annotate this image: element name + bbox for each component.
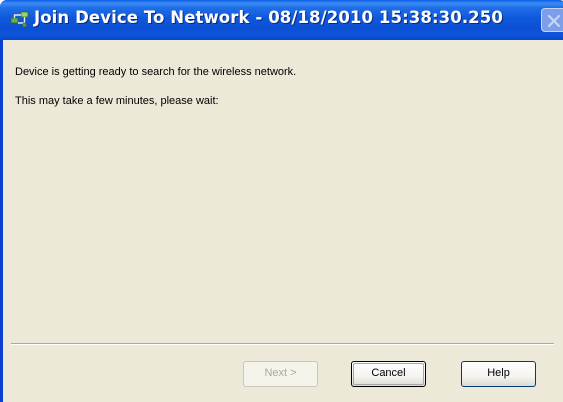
cancel-button-label: Cancel <box>371 367 406 379</box>
wait-message: This may take a few minutes, please wait… <box>15 95 219 107</box>
status-message: Device is getting ready to search for th… <box>15 66 297 78</box>
help-button-label: Help <box>487 367 510 379</box>
dialog-window: Join Device To Network - 08/18/2010 15:3… <box>0 0 563 402</box>
help-button[interactable]: Help <box>461 361 536 387</box>
next-button-label: Next > <box>264 367 297 379</box>
dialog-body: Device is getting ready to search for th… <box>3 40 563 402</box>
button-separator <box>11 343 554 345</box>
close-icon <box>547 14 561 28</box>
next-button[interactable]: Next > <box>243 361 318 387</box>
title-bar[interactable]: Join Device To Network - 08/18/2010 15:3… <box>0 0 563 40</box>
cancel-button[interactable]: Cancel <box>351 361 426 387</box>
network-device-icon <box>10 9 30 29</box>
close-button[interactable] <box>541 8 563 32</box>
window-title: Join Device To Network - 08/18/2010 15:3… <box>34 8 503 27</box>
